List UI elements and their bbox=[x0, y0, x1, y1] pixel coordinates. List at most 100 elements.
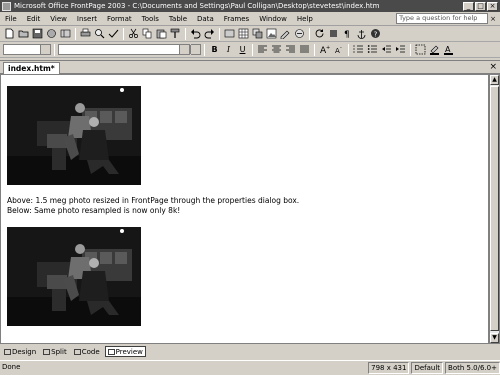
help-search-input[interactable]: Type a question for help bbox=[396, 13, 489, 24]
toolbar-separator bbox=[54, 43, 55, 56]
web-component-icon[interactable] bbox=[223, 28, 236, 40]
folder-list-icon[interactable] bbox=[59, 28, 72, 40]
status-compatibility[interactable]: Both 5.0/6.0+ bbox=[445, 362, 500, 374]
drawing-icon[interactable] bbox=[279, 28, 292, 40]
status-message: Done bbox=[2, 363, 21, 371]
menu-frames[interactable]: Frames bbox=[219, 12, 254, 26]
formatting-toolbar: B I U A + A- A bbox=[0, 42, 500, 58]
status-css[interactable]: Default bbox=[411, 362, 444, 374]
paste-icon[interactable] bbox=[155, 28, 168, 40]
justify-icon[interactable] bbox=[298, 44, 311, 56]
undo-icon[interactable] bbox=[189, 28, 202, 40]
insert-table-icon[interactable] bbox=[237, 28, 250, 40]
status-bar: Done 798 x 431 Default Both 5.0/6.0+ bbox=[0, 360, 500, 375]
align-left-icon[interactable] bbox=[256, 44, 269, 56]
show-all-icon[interactable]: ¶ bbox=[341, 28, 354, 40]
insert-picture-icon[interactable] bbox=[265, 28, 278, 40]
toolbar-separator bbox=[252, 43, 253, 56]
tab-split-label: Split bbox=[51, 347, 67, 356]
toolbar-separator bbox=[219, 27, 220, 40]
standard-toolbar: ¶ ? bbox=[0, 26, 500, 42]
close-tab-icon[interactable]: × bbox=[489, 61, 497, 73]
spelling-icon[interactable] bbox=[107, 28, 120, 40]
font-dropdown[interactable] bbox=[58, 44, 190, 55]
open-icon[interactable] bbox=[17, 28, 30, 40]
format-painter-icon[interactable] bbox=[169, 28, 182, 40]
refresh-icon[interactable] bbox=[313, 28, 326, 40]
preview-view-icon bbox=[107, 348, 115, 355]
toolbar-separator bbox=[204, 43, 205, 56]
redo-icon[interactable] bbox=[203, 28, 216, 40]
style-dropdown[interactable] bbox=[3, 44, 51, 55]
document-tab-bar: index.htm* × bbox=[0, 60, 500, 75]
close-document-icon[interactable]: × bbox=[490, 15, 496, 23]
align-right-icon[interactable] bbox=[284, 44, 297, 56]
decrease-indent-icon[interactable] bbox=[380, 44, 393, 56]
tab-design-label: Design bbox=[12, 347, 37, 356]
save-icon[interactable] bbox=[31, 28, 44, 40]
help-icon[interactable]: ? bbox=[369, 28, 382, 40]
resampled-photo[interactable] bbox=[7, 227, 141, 326]
scrollbar-thumb[interactable] bbox=[490, 86, 499, 331]
menu-bar: File Edit View Insert Format Tools Table… bbox=[0, 12, 500, 26]
menu-data[interactable]: Data bbox=[192, 12, 219, 26]
hyperlink-icon[interactable] bbox=[293, 28, 306, 40]
tab-code-label: Code bbox=[81, 347, 100, 356]
italic-button[interactable]: I bbox=[222, 44, 235, 56]
minimize-button[interactable]: _ bbox=[463, 1, 474, 11]
menu-edit[interactable]: Edit bbox=[22, 12, 46, 26]
scroll-down-arrow-icon[interactable]: ▼ bbox=[490, 333, 499, 343]
underline-button[interactable]: U bbox=[236, 44, 249, 56]
svg-text:?: ? bbox=[374, 31, 378, 39]
close-button[interactable]: × bbox=[487, 1, 498, 11]
svg-text:¶: ¶ bbox=[344, 30, 350, 39]
menu-help[interactable]: Help bbox=[292, 12, 318, 26]
tab-preview-label: Preview bbox=[115, 347, 143, 356]
menu-view[interactable]: View bbox=[45, 12, 72, 26]
toolbar-separator bbox=[75, 27, 76, 40]
copy-icon[interactable] bbox=[141, 28, 154, 40]
tab-design[interactable]: Design bbox=[2, 346, 38, 357]
border-icon[interactable] bbox=[414, 44, 427, 56]
tab-split[interactable]: Split bbox=[41, 346, 69, 357]
tab-preview[interactable]: Preview bbox=[104, 346, 146, 357]
maximize-button[interactable]: □ bbox=[475, 1, 486, 11]
toolbar-separator bbox=[309, 27, 310, 40]
increase-font-icon[interactable]: A + bbox=[318, 44, 331, 56]
decrease-font-icon[interactable]: A- bbox=[332, 44, 345, 56]
font-color-icon[interactable]: A bbox=[442, 44, 455, 56]
menu-insert[interactable]: Insert bbox=[72, 12, 102, 26]
page-editor[interactable]: Above: 1.5 meg photo resized in FrontPag… bbox=[0, 74, 489, 344]
toolbar-separator bbox=[348, 43, 349, 56]
new-page-icon[interactable] bbox=[3, 28, 16, 40]
caption-line-below: Below: Same photo resampled is now only … bbox=[7, 206, 181, 215]
menu-file[interactable]: File bbox=[0, 12, 22, 26]
preview-icon[interactable] bbox=[93, 28, 106, 40]
menu-tools[interactable]: Tools bbox=[137, 12, 164, 26]
menu-window[interactable]: Window bbox=[254, 12, 292, 26]
toolbar-separator bbox=[185, 27, 186, 40]
caption-line-above: Above: 1.5 meg photo resized in FrontPag… bbox=[7, 196, 300, 205]
layer-icon[interactable] bbox=[251, 28, 264, 40]
print-icon[interactable] bbox=[79, 28, 92, 40]
bullets-icon[interactable] bbox=[366, 44, 379, 56]
highlight-icon[interactable] bbox=[428, 44, 441, 56]
increase-indent-icon[interactable] bbox=[394, 44, 407, 56]
align-center-icon[interactable] bbox=[270, 44, 283, 56]
vertical-scrollbar[interactable]: ▲ ▼ bbox=[489, 74, 500, 344]
stop-icon[interactable] bbox=[327, 28, 340, 40]
menu-table[interactable]: Table bbox=[164, 12, 192, 26]
font-size-dropdown[interactable] bbox=[190, 44, 201, 55]
menu-format[interactable]: Format bbox=[102, 12, 137, 26]
anchor-icon[interactable] bbox=[355, 28, 368, 40]
numbering-icon[interactable] bbox=[352, 44, 365, 56]
status-page-size[interactable]: 798 x 431 bbox=[368, 362, 410, 374]
frontpage-app-icon[interactable] bbox=[2, 1, 11, 11]
resized-photo[interactable] bbox=[7, 86, 141, 185]
cut-icon[interactable] bbox=[127, 28, 140, 40]
bold-button[interactable]: B bbox=[208, 44, 221, 56]
tab-code[interactable]: Code bbox=[72, 346, 102, 357]
scroll-up-arrow-icon[interactable]: ▲ bbox=[490, 75, 499, 85]
view-tabs: Design Split Code Preview bbox=[0, 345, 500, 358]
publish-icon[interactable] bbox=[45, 28, 58, 40]
